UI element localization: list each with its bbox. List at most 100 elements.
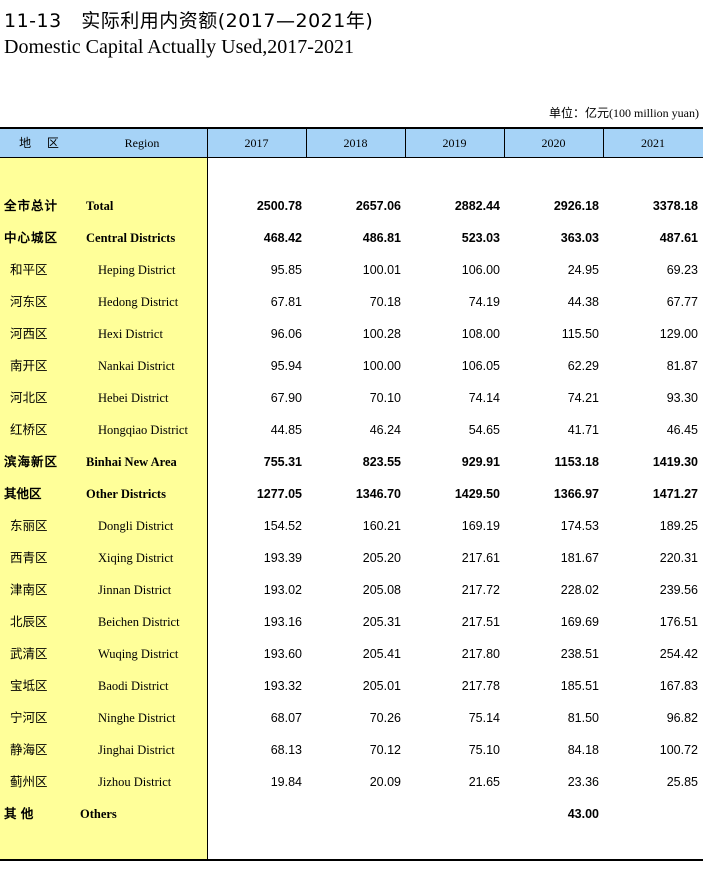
value-cell-2018: 100.01 <box>362 263 401 277</box>
value-cell-2018: 100.00 <box>362 359 401 373</box>
region-name-cn: 蓟州区 <box>10 774 48 789</box>
value-cell-2020: 23.36 <box>567 775 599 789</box>
value-cell-2017: 67.90 <box>270 391 302 405</box>
table-row: 其他区 Other Districts 1277.05 1346.70 1429.50 1… <box>0 478 703 510</box>
value-cell-2021: 81.87 <box>666 359 698 373</box>
region-name-en: Other Districts <box>86 487 166 501</box>
column-divider <box>504 129 505 157</box>
table-row: 河西区 Hexi District 96.06 100.28 108.00 115.50 1… <box>0 318 703 350</box>
value-cell-2017: 44.85 <box>270 423 302 437</box>
value-cell-2017: 154.52 <box>263 519 302 533</box>
value-cell-2021: 25.85 <box>666 775 698 789</box>
region-name-cn: 和平区 <box>10 262 48 277</box>
value-cell-2019: 2882.44 <box>454 199 500 213</box>
value-cell-2020: 2926.18 <box>553 199 599 213</box>
region-name-en: Dongli District <box>98 519 174 533</box>
table-row: 宁河区 Ninghe District 68.07 70.26 75.14 81.50 96… <box>0 702 703 734</box>
table-row: 和平区 Heping District 95.85 100.01 106.00 24.95… <box>0 254 703 286</box>
region-name-en: Baodi District <box>98 679 169 693</box>
value-cell-2021: 254.42 <box>659 647 698 661</box>
region-name-en: Xiqing District <box>98 551 174 565</box>
region-name-en: Beichen District <box>98 615 180 629</box>
value-cell-2019: 74.14 <box>468 391 500 405</box>
header-year-2019: 2019 <box>442 136 467 150</box>
value-cell-2017: 95.85 <box>270 263 302 277</box>
value-cell-2019: 217.51 <box>461 615 500 629</box>
value-cell-2018: 70.12 <box>369 743 401 757</box>
region-name-en: Hedong District <box>98 295 179 309</box>
value-cell-2021: 69.23 <box>666 263 698 277</box>
table-row: 武清区 Wuqing District 193.60 205.41 217.80 238.… <box>0 638 703 670</box>
table-row: 蓟州区 Jizhou District 19.84 20.09 21.65 23.36 25… <box>0 766 703 798</box>
value-cell-2020: 24.95 <box>567 263 599 277</box>
header-region-en: Region <box>124 136 160 150</box>
table-row: 津南区 Jinnan District 193.02 205.08 217.72 228.… <box>0 574 703 606</box>
table-row: 全市总计 Total 2500.78 2657.06 2882.44 2926.18 337… <box>0 190 703 222</box>
region-name-cn: 河西区 <box>10 326 48 341</box>
value-cell-2021: 1419.30 <box>652 455 698 469</box>
region-name-en: Ninghe District <box>98 711 176 725</box>
value-cell-2018: 70.26 <box>369 711 401 725</box>
value-cell-2017: 96.06 <box>270 327 302 341</box>
region-name-en: Jinnan District <box>98 583 172 597</box>
value-cell-2018: 205.20 <box>362 551 401 565</box>
region-name-cn: 静海区 <box>10 742 48 757</box>
value-cell-2019: 217.61 <box>461 551 500 565</box>
value-cell-2017: 193.60 <box>263 647 302 661</box>
region-name-en: Hexi District <box>98 327 163 341</box>
value-cell-2017: 2500.78 <box>256 199 302 213</box>
table-row: 河东区 Hedong District 67.81 70.18 74.19 44.38 67… <box>0 286 703 318</box>
value-cell-2021: 189.25 <box>659 519 698 533</box>
table-row: 中心城区 Central Districts 468.42 486.81 523.03 3… <box>0 222 703 254</box>
table-title-cn: 11-13 实际利用内资额(2017—2021年) <box>4 10 374 32</box>
value-cell-2017: 1277.05 <box>256 487 302 501</box>
region-name-cn: 西青区 <box>10 550 48 565</box>
region-name-cn: 北辰区 <box>10 614 48 629</box>
region-name-en: Hongqiao District <box>98 423 188 437</box>
region-name-cn: 河东区 <box>10 294 48 309</box>
value-cell-2018: 70.10 <box>369 391 401 405</box>
value-cell-2018: 205.08 <box>362 583 401 597</box>
value-cell-2020: 41.71 <box>567 423 599 437</box>
value-cell-2021: 100.72 <box>659 743 698 757</box>
value-cell-2020: 43.00 <box>567 807 599 821</box>
header-region-cn: 地 区 <box>19 136 65 150</box>
value-cell-2017: 68.07 <box>270 711 302 725</box>
region-name-cn: 东丽区 <box>10 518 48 533</box>
value-cell-2017: 755.31 <box>263 455 302 469</box>
value-cell-2017: 68.13 <box>270 743 302 757</box>
value-cell-2017: 468.42 <box>263 231 302 245</box>
value-cell-2021: 220.31 <box>659 551 698 565</box>
value-cell-2020: 169.69 <box>560 615 599 629</box>
region-name-cn: 其 他 <box>4 806 34 821</box>
value-cell-2019: 21.65 <box>468 775 500 789</box>
region-name-en: Nankai District <box>98 359 175 373</box>
unit-label-cn: 单位：亿元 <box>548 106 609 120</box>
value-cell-2021: 487.61 <box>659 231 698 245</box>
region-name-cn: 中心城区 <box>4 230 59 245</box>
value-cell-2018: 1346.70 <box>355 487 401 501</box>
value-cell-2019: 106.00 <box>461 263 500 277</box>
region-name-cn: 武清区 <box>10 646 48 661</box>
table-row: 其 他 Others 43.00 <box>0 798 703 830</box>
table-row: 红桥区 Hongqiao District 44.85 46.24 54.65 41.71… <box>0 414 703 446</box>
table-row: 静海区 Jinghai District 68.13 70.12 75.10 84.18 1… <box>0 734 703 766</box>
value-cell-2019: 217.72 <box>461 583 500 597</box>
value-cell-2021: 129.00 <box>659 327 698 341</box>
value-cell-2020: 84.18 <box>567 743 599 757</box>
value-cell-2019: 217.80 <box>461 647 500 661</box>
value-cell-2017: 95.94 <box>270 359 302 373</box>
unit-label: 单位：亿元(100 million yuan) <box>549 104 699 121</box>
value-cell-2018: 205.41 <box>362 647 401 661</box>
region-name-en: Central Districts <box>86 231 176 245</box>
table-row: 南开区 Nankai District 95.94 100.00 106.05 62.29… <box>0 350 703 382</box>
value-cell-2018: 486.81 <box>362 231 401 245</box>
value-cell-2021: 93.30 <box>666 391 698 405</box>
table-row: 东丽区 Dongli District 154.52 160.21 169.19 174.… <box>0 510 703 542</box>
value-cell-2019: 75.14 <box>468 711 500 725</box>
value-cell-2020: 44.38 <box>567 295 599 309</box>
table-row: 河北区 Hebei District 67.90 70.10 74.14 74.21 93.… <box>0 382 703 414</box>
value-cell-2021: 1471.27 <box>652 487 698 501</box>
value-cell-2019: 169.19 <box>461 519 500 533</box>
unit-label-en: (100 million yuan) <box>609 106 699 120</box>
